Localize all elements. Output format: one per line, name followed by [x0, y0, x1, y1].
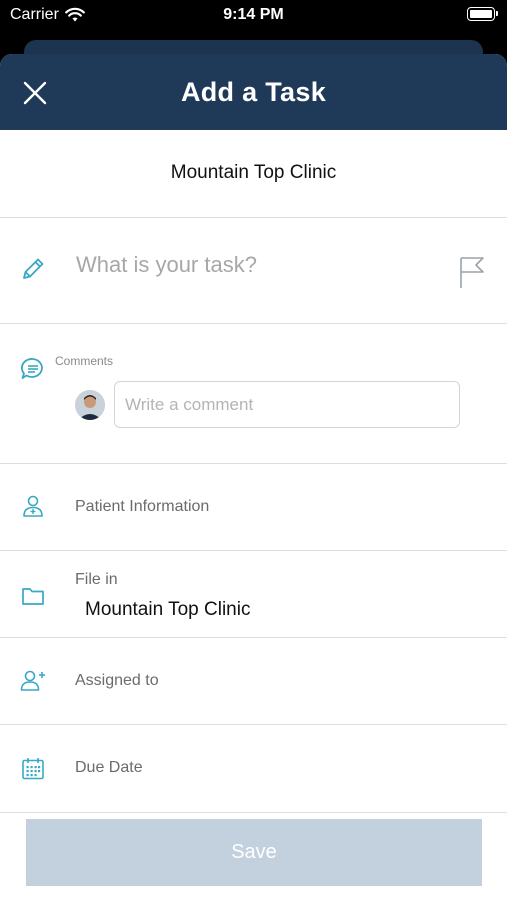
add-task-sheet: Add a Task Mountain Top Clinic What is y… — [0, 54, 507, 900]
file-in-value: Mountain Top Clinic — [85, 599, 251, 620]
battery-icon — [467, 7, 498, 21]
patient-info-label: Patient Information — [75, 498, 210, 515]
close-icon[interactable] — [18, 76, 52, 110]
status-bar: Carrier 9:14 PM — [0, 0, 507, 32]
page-title: Add a Task — [180, 76, 327, 107]
save-button[interactable]: Save — [26, 819, 482, 886]
patient-info-row[interactable]: Patient Information — [0, 464, 507, 551]
patient-icon — [23, 495, 43, 517]
calendar-icon — [22, 758, 44, 780]
clinic-row: Mountain Top Clinic — [0, 130, 507, 218]
task-title-row[interactable]: What is your task? — [0, 218, 507, 324]
folder-icon — [22, 588, 44, 605]
task-input[interactable]: What is your task? — [76, 252, 257, 278]
clock: 9:14 PM — [223, 6, 284, 23]
pencil-icon — [23, 258, 44, 279]
clinic-name: Mountain Top Clinic — [170, 162, 337, 183]
due-date-row[interactable]: Due Date — [0, 725, 507, 813]
assigned-to-row[interactable]: Assigned to — [0, 638, 507, 725]
comments-label: Comments — [55, 354, 114, 368]
comment-bubble-icon — [21, 358, 43, 379]
comments-row: Comments — [0, 324, 507, 464]
sheet-header: Add a Task — [0, 54, 507, 130]
flag-icon[interactable] — [457, 254, 487, 290]
assigned-to-label: Assigned to — [75, 672, 159, 689]
due-date-label: Due Date — [75, 759, 143, 776]
avatar — [75, 390, 105, 420]
comment-input[interactable] — [114, 381, 460, 428]
file-in-label: File in — [75, 571, 118, 588]
file-in-row[interactable]: File in Mountain Top Clinic — [0, 551, 507, 638]
add-user-icon — [20, 670, 45, 691]
